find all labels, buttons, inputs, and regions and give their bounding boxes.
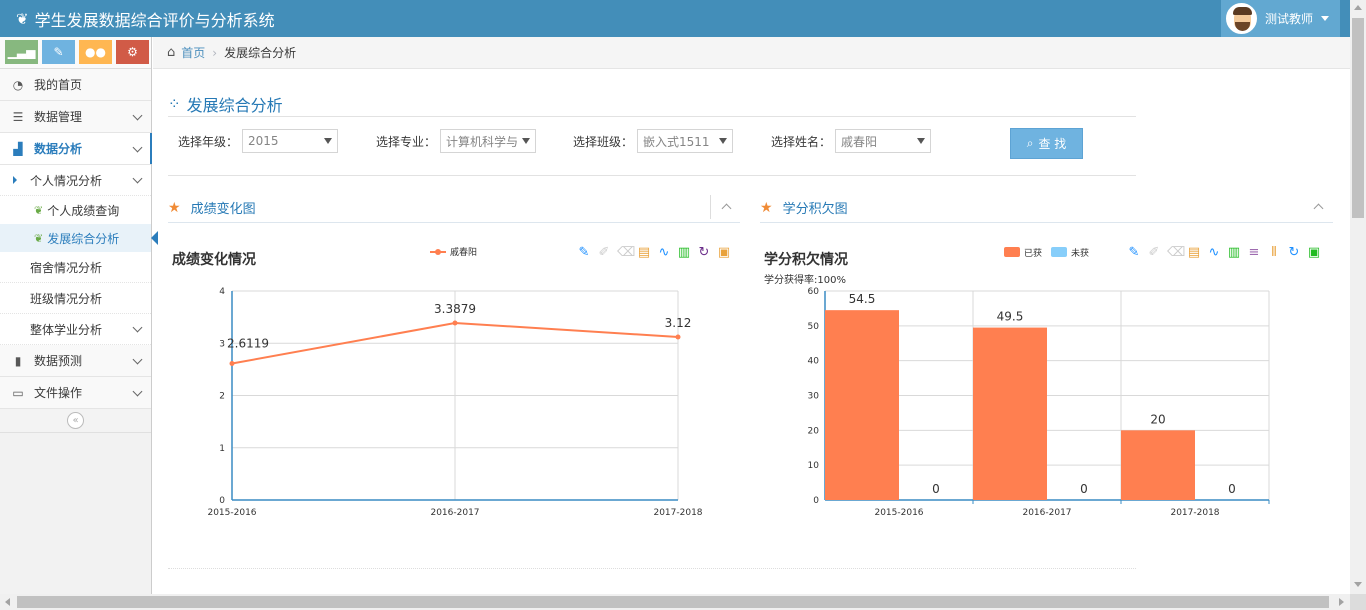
legend-swatch — [1051, 247, 1067, 257]
bar — [1121, 430, 1195, 500]
legend-label: 戚春阳 — [450, 246, 477, 258]
bar — [825, 310, 899, 500]
data-label: 3.3879 — [434, 302, 476, 316]
legend-marker — [435, 249, 441, 255]
y-tick-label: 0 — [813, 496, 819, 506]
scroll-right-icon[interactable] — [1339, 598, 1344, 606]
y-tick-label: 1 — [219, 444, 225, 454]
data-label: 0 — [932, 482, 940, 496]
y-tick-label: 10 — [808, 461, 820, 471]
legend-label: 未获 — [1071, 247, 1089, 259]
x-tick-label: 2017-2018 — [653, 508, 702, 518]
y-tick-label: 2 — [219, 392, 225, 402]
x-tick-label: 2015-2016 — [207, 508, 256, 518]
x-tick-label: 2016-2017 — [1022, 508, 1071, 518]
y-tick-label: 40 — [808, 357, 820, 367]
vertical-scrollbar[interactable] — [1350, 0, 1366, 594]
scroll-left-icon[interactable] — [5, 598, 10, 606]
y-tick-label: 60 — [808, 287, 820, 297]
y-tick-label: 50 — [808, 322, 820, 332]
x-tick-label: 2015-2016 — [874, 508, 923, 518]
data-label: 0 — [1228, 482, 1236, 496]
data-label: 0 — [1080, 482, 1088, 496]
data-point — [452, 320, 458, 326]
charts-canvas: 0 1 2 3 4 2015-2016 2016-2017 2017-2018 2.6119 3.… — [207, 246, 1270, 518]
data-point — [675, 334, 681, 340]
x-tick-label: 2016-2017 — [430, 508, 479, 518]
scroll-thumb[interactable] — [17, 596, 1329, 608]
data-label: 54.5 — [849, 292, 876, 306]
scroll-thumb[interactable] — [1352, 18, 1364, 218]
y-tick-label: 4 — [219, 287, 225, 297]
y-tick-label: 0 — [219, 496, 225, 506]
divider — [168, 568, 1136, 569]
data-label: 3.12 — [665, 316, 692, 330]
legend-swatch — [1004, 247, 1020, 257]
data-label: 49.5 — [997, 310, 1024, 324]
y-tick-label: 20 — [808, 426, 820, 436]
data-label: 2.6119 — [227, 337, 269, 351]
scrollbar-corner — [1350, 594, 1366, 610]
data-label: 20 — [1150, 412, 1165, 426]
legend-label: 已获 — [1024, 248, 1042, 259]
scroll-up-icon[interactable] — [1354, 5, 1362, 10]
bar — [973, 327, 1047, 500]
y-tick-label: 3 — [219, 339, 225, 349]
data-point — [229, 361, 235, 367]
horizontal-scrollbar[interactable] — [0, 594, 1350, 610]
scroll-down-icon[interactable] — [1354, 582, 1362, 587]
y-tick-label: 30 — [808, 392, 820, 402]
x-tick-label: 2017-2018 — [1170, 508, 1219, 518]
